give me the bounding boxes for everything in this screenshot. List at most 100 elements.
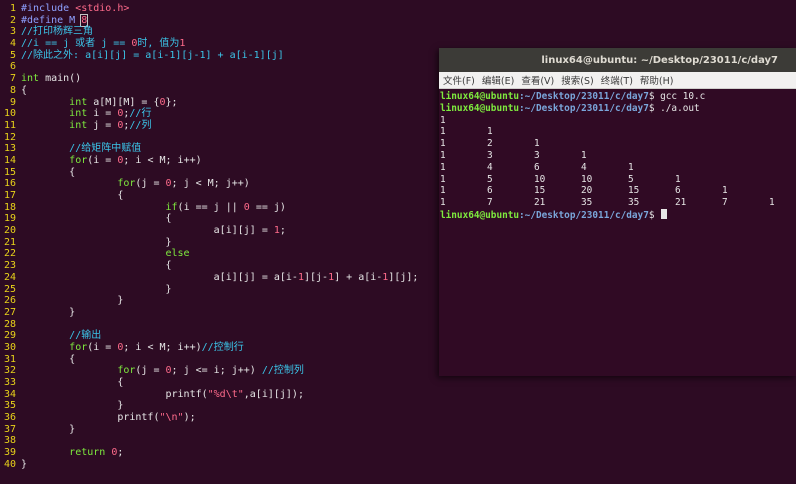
code-token: }	[21, 306, 76, 318]
code-token: int	[69, 119, 88, 131]
line-number: 4	[9, 38, 16, 50]
output-value: 5	[628, 173, 634, 185]
output-line: 1 3 3 1	[440, 150, 796, 162]
prompt-path: :~/Desktop/23011/c/day7	[519, 91, 649, 102]
menu-item[interactable]: 查看(V)	[521, 73, 554, 87]
code-line[interactable]: 33 {	[0, 377, 796, 389]
output-value: 21	[534, 197, 546, 209]
text-cursor: 8	[80, 13, 89, 27]
output-line: 11	[440, 126, 796, 138]
code-token: ][j];	[388, 271, 419, 283]
line-number: 24	[3, 271, 16, 283]
line-number: 39	[3, 447, 16, 459]
code-token: (i == j ||	[177, 201, 244, 213]
output-value: 6	[675, 185, 681, 197]
terminal-body[interactable]: linux64@ubuntu:~/Desktop/23011/c/day7$ g…	[439, 89, 796, 221]
output-line: 1 7 21 35 35 21 7 1	[440, 197, 796, 209]
code-token: <stdio.h>	[75, 3, 130, 14]
code-token: main()	[39, 73, 82, 85]
code-line[interactable]: 40}	[0, 459, 796, 471]
output-value: 1	[487, 126, 493, 138]
output-value: 3	[534, 149, 540, 161]
code-line[interactable]: 2 #define M 8	[0, 13, 796, 27]
prompt-user: linux64@ubuntu	[440, 91, 520, 102]
line-number: 20	[3, 225, 16, 237]
line-number: 7	[9, 73, 16, 85]
code-line[interactable]: 37 }	[0, 424, 796, 436]
line-number: 19	[3, 213, 16, 225]
line-number: 3	[9, 26, 16, 38]
code-line[interactable]: 3 //打印杨辉三角	[0, 26, 796, 38]
prompt-command: $ ./a.out	[648, 102, 700, 114]
code-token: ; i < M; i++)	[123, 341, 202, 353]
menu-item[interactable]: 搜索(S)	[561, 73, 593, 87]
prompt-user: linux64@ubuntu	[440, 102, 520, 114]
output-value: 7	[487, 197, 493, 209]
code-token: }	[21, 458, 28, 470]
line-number: 21	[3, 236, 16, 248]
code-token: #define M	[21, 14, 82, 26]
output-value: 10	[581, 173, 593, 185]
code-token: }	[21, 400, 124, 412]
code-token: j =	[87, 119, 118, 131]
code-token: for	[117, 178, 136, 190]
code-token: "\n"	[159, 412, 184, 424]
line-number: 17	[3, 190, 16, 201]
code-token: }	[21, 423, 76, 435]
prompt-line: linux64@ubuntu:~/Desktop/23011/c/day7$ g…	[440, 91, 796, 103]
code-line[interactable]: 35 }	[0, 400, 796, 412]
menu-item[interactable]: 帮助(H)	[640, 73, 674, 87]
code-token: //控制列	[261, 365, 304, 377]
menu-item[interactable]: 文件(F)	[443, 73, 475, 87]
output-value: 5	[487, 173, 493, 185]
prompt-line: linux64@ubuntu:~/Desktop/23011/c/day7$ .…	[440, 103, 796, 115]
prompt-path: :~/Desktop/23011/c/day7	[519, 102, 649, 114]
terminal-window[interactable]: linux64@ubuntu: ~/Desktop/23011/c/day7 文…	[439, 48, 796, 376]
code-token: if	[165, 201, 178, 213]
terminal-titlebar[interactable]: linux64@ubuntu: ~/Desktop/23011/c/day7	[439, 48, 796, 72]
line-number: 27	[3, 306, 16, 318]
code-line[interactable]: 36 printf("\n");	[0, 412, 796, 424]
code-line[interactable]: 39 return 0;	[0, 447, 796, 459]
code-token: ; i < M; i++)	[123, 154, 202, 166]
output-value: 1	[440, 126, 446, 138]
line-number: 38	[3, 435, 16, 447]
output-line: 1 6 15 20 15 6 1	[440, 185, 796, 197]
output-line: 1	[440, 115, 796, 127]
code-line[interactable]: 34 printf("%d\t",a[i][j]);	[0, 389, 796, 401]
code-token: ,a[i][j]);	[243, 388, 304, 400]
line-number: 22	[3, 248, 16, 260]
menu-item[interactable]: 终端(T)	[601, 73, 633, 87]
terminal-cursor	[661, 208, 668, 219]
code-token: int	[21, 73, 40, 85]
line-number: 31	[3, 353, 16, 365]
code-token: (i =	[87, 341, 118, 353]
menu-item[interactable]: 编辑(E)	[482, 73, 514, 87]
code-token: ] + a[i-	[334, 271, 383, 283]
prompt-line: linux64@ubuntu:~/Desktop/23011/c/day7$	[440, 208, 796, 221]
line-number: 5	[9, 49, 16, 61]
code-token: //列	[129, 119, 152, 131]
code-token: //打印杨辉三角	[21, 26, 94, 38]
code-token: {	[21, 213, 172, 225]
output-value: 1	[440, 161, 446, 173]
output-value: 1	[628, 161, 634, 173]
code-token: {	[21, 377, 124, 388]
output-value: 1	[769, 197, 775, 209]
line-number: 8	[9, 84, 16, 96]
code-line[interactable]: 38	[0, 435, 796, 447]
code-line[interactable]: 1 #include <stdio.h>	[0, 3, 796, 15]
line-number: 25	[3, 283, 16, 295]
line-number: 2	[9, 14, 16, 26]
line-number: 13	[3, 143, 16, 155]
output-value: 1	[440, 114, 446, 126]
